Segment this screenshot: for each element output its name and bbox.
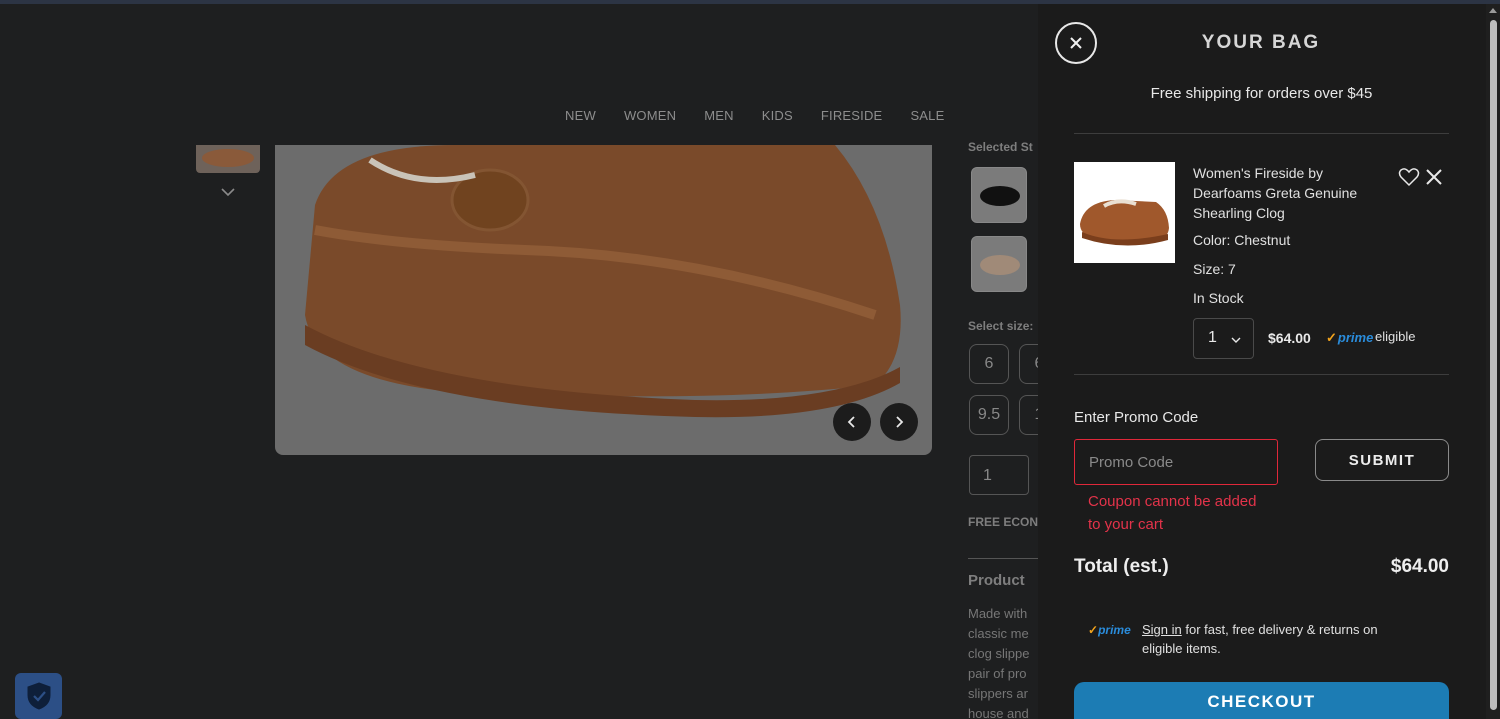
product-description: Made with classic me clog slippe pair of… [968, 604, 1029, 719]
description-line: Made with [968, 606, 1028, 621]
nav-item-sale[interactable]: SALE [910, 108, 944, 123]
chevron-down-icon [1231, 337, 1241, 343]
bag-title: YOUR BAG [1201, 32, 1321, 53]
prime-eligible-text: eligible [1375, 329, 1416, 344]
prime-logo: prime [1337, 330, 1374, 345]
site-nav: NEW WOMEN MEN KIDS FIRESIDE SALE [565, 108, 972, 123]
swatch-shoe [980, 255, 1020, 275]
bag-item-color: Color: Chestnut [1193, 232, 1291, 248]
prime-signin-link[interactable]: Sign in [1142, 622, 1182, 637]
slipper-illustration [305, 145, 901, 418]
total-label: Total (est.) [1074, 556, 1169, 577]
product-thumbnail[interactable] [196, 145, 260, 173]
bag-item-quantity-select[interactable]: 1 [1193, 318, 1254, 359]
promo-code-label: Enter Promo Code [1074, 409, 1199, 426]
thumbnail-shoe [202, 149, 254, 167]
description-line: house and [968, 706, 1029, 719]
bag-item-price: $64.00 [1268, 330, 1311, 346]
nav-item-men[interactable]: MEN [704, 108, 734, 123]
bag-item-image[interactable] [1074, 162, 1175, 263]
remove-item-icon[interactable] [1425, 168, 1443, 186]
selected-style-label: Selected St [968, 140, 1033, 154]
style-swatch-black[interactable] [971, 167, 1027, 223]
description-line: classic me [968, 626, 1029, 641]
size-option[interactable]: 6 [1019, 344, 1038, 384]
product-main-image [275, 145, 932, 455]
prime-check-icon: ✓ [1326, 330, 1337, 345]
chevron-right-icon [896, 416, 904, 428]
promo-code-input[interactable] [1074, 439, 1278, 485]
bag-item-size: Size: 7 [1193, 261, 1236, 277]
select-size-label: Select size: [968, 319, 1034, 333]
size-option[interactable]: 9.5 [969, 395, 1009, 435]
chevron-left-icon [847, 416, 855, 428]
swatch-shoe [980, 186, 1020, 206]
chevron-down-icon[interactable] [220, 184, 236, 200]
submit-promo-button[interactable]: SUBMIT [1315, 439, 1449, 481]
prime-badge: ✓prime [1326, 330, 1373, 346]
size-option[interactable]: 6 [969, 344, 1009, 384]
bag-item-stock: In Stock [1193, 290, 1244, 306]
product-options-panel: Selected St Select size: 6 6 9.5 1 1 FRE… [968, 140, 1038, 719]
bag-item-name[interactable]: Women's Fireside by Dearfoams Greta Genu… [1193, 163, 1383, 223]
free-shipping-notice: Free shipping for orders over $45 [1150, 85, 1373, 102]
heart-icon[interactable] [1398, 167, 1420, 187]
security-badge-button[interactable] [15, 673, 62, 719]
size-option[interactable]: 1 [1019, 395, 1038, 435]
quantity-select[interactable]: 1 [969, 455, 1029, 495]
quantity-value: 1 [1208, 329, 1217, 346]
prime-check-icon: ✓ [1088, 623, 1099, 637]
prime-logo: prime [1098, 623, 1131, 637]
checkout-button[interactable]: CHECKOUT [1074, 682, 1449, 719]
clog-thumbnail [1080, 199, 1169, 246]
divider [968, 558, 1038, 559]
shield-icon [27, 682, 50, 710]
description-line: slippers ar [968, 686, 1028, 701]
drawer-scrollbar-thumb[interactable] [1490, 20, 1497, 710]
close-icon [1070, 37, 1082, 49]
description-line: clog slippe [968, 646, 1030, 661]
scroll-up-arrow[interactable] [1489, 8, 1497, 13]
prime-note-badge: ✓prime [1088, 623, 1131, 637]
divider [1074, 133, 1449, 134]
promo-error-message: Coupon cannot be added to your cart [1088, 493, 1257, 533]
prime-signin-note: Sign in for fast, free delivery & return… [1142, 620, 1402, 658]
nav-item-fireside[interactable]: FIRESIDE [821, 108, 883, 123]
close-bag-button[interactable] [1055, 22, 1097, 64]
nav-item-women[interactable]: WOMEN [624, 108, 676, 123]
style-swatch-chestnut[interactable] [971, 236, 1027, 292]
next-image-button[interactable] [880, 403, 918, 441]
divider [1074, 374, 1449, 375]
total-value: $64.00 [1390, 556, 1449, 577]
previous-image-button[interactable] [833, 403, 871, 441]
product-details-heading: Product [968, 572, 1025, 589]
free-shipping-label: FREE ECON [968, 515, 1038, 529]
bag-drawer [1038, 4, 1486, 719]
description-line: pair of pro [968, 666, 1027, 681]
nav-item-new[interactable]: NEW [565, 108, 596, 123]
nav-item-kids[interactable]: KIDS [762, 108, 793, 123]
